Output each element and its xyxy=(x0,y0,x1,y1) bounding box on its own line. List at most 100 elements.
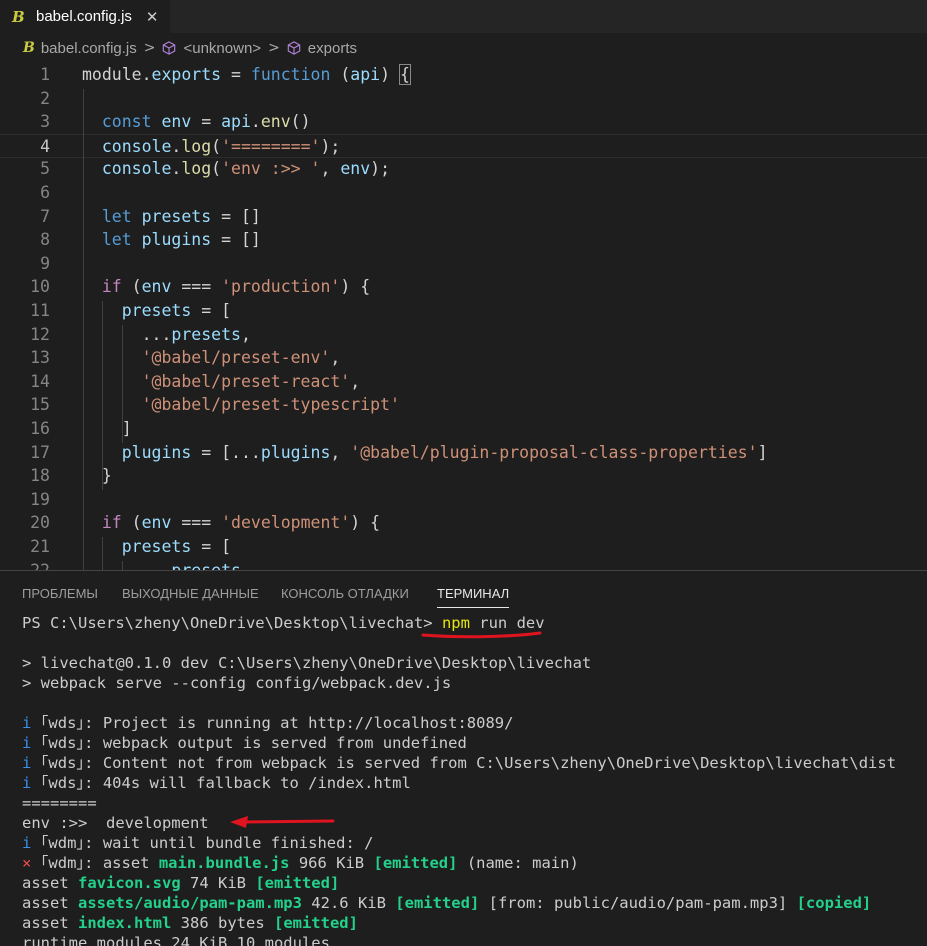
code-line[interactable]: 6 xyxy=(0,181,927,205)
code-text: ] xyxy=(82,417,132,441)
code-token: = xyxy=(191,112,222,132)
code-line[interactable]: 1 module.exports = function (api) { xyxy=(0,63,927,87)
code-line[interactable]: 13 '@babel/preset-env', xyxy=(0,346,927,370)
code-token: module xyxy=(82,65,142,84)
line-number: 20 xyxy=(30,513,50,533)
line-number: 22 xyxy=(0,559,50,570)
terminal-text: [from: public/audio/pam-pam.mp3] xyxy=(479,894,797,912)
code-line[interactable]: 5 console.log('env :>> ', env); xyxy=(0,157,927,181)
line-number: 6 xyxy=(40,183,50,202)
tab-title: babel.config.js xyxy=(36,8,132,25)
code-line[interactable]: 19 xyxy=(0,488,927,512)
code-token: env xyxy=(161,112,192,132)
code-editor[interactable]: 1 module.exports = function (api) {2 3 con… xyxy=(0,63,927,570)
code-text: if (env === 'development') { xyxy=(82,511,380,535)
code-token: if xyxy=(101,513,122,533)
chevron-right-icon: > xyxy=(268,40,280,56)
code-token: env xyxy=(141,277,172,297)
code-token: { xyxy=(398,64,411,85)
code-line[interactable]: 15 '@babel/preset-typescript' xyxy=(0,393,927,417)
code-line[interactable]: 8 let plugins = [] xyxy=(0,228,927,252)
code-line[interactable]: 20 if (env === 'development') { xyxy=(0,511,927,535)
panel-tab[interactable]: КОНСОЛЬ ОТЛАДКИ xyxy=(281,586,409,601)
code-token: '========' xyxy=(221,136,321,156)
indent-guide xyxy=(122,560,124,570)
code-line[interactable]: 11 presets = [ xyxy=(0,299,927,323)
code-token: , xyxy=(241,561,251,570)
code-token: = [ xyxy=(191,301,232,320)
code-token: ( xyxy=(121,513,142,533)
breadcrumb-exports[interactable]: exports xyxy=(308,40,357,57)
terminal-line: i ｢wds｣: webpack output is served from u… xyxy=(22,733,467,753)
terminal-text: i xyxy=(22,834,32,852)
code-text: plugins = [...plugins, '@babel/plugin-pr… xyxy=(82,441,768,465)
tab-babel-config[interactable]: B babel.config.js ✕ xyxy=(0,0,170,33)
line-number: 10 xyxy=(30,277,50,297)
code-token: ); xyxy=(320,136,341,156)
terminal-text: i xyxy=(22,774,32,792)
code-text: '@babel/preset-react', xyxy=(82,370,361,394)
code-line[interactable]: 2 xyxy=(0,87,927,111)
breadcrumb-unknown[interactable]: <unknown> xyxy=(183,40,261,57)
code-text: presets = [ xyxy=(82,299,231,323)
red-arrow-annotation xyxy=(230,816,335,828)
panel-tabs: ПРОБЛЕМЫ ВЫХОДНЫЕ ДАННЫЕ КОНСОЛЬ ОТЛАДКИ ТЕ… xyxy=(0,571,927,608)
code-line[interactable]: 17 plugins = [...plugins, '@babel/plugin… xyxy=(0,441,927,465)
code-line[interactable]: 3 const env = api.env() xyxy=(0,110,927,134)
code-token: let xyxy=(101,206,132,226)
line-number: 15 xyxy=(30,395,50,415)
code-token: ) { xyxy=(340,277,371,297)
code-line[interactable]: 7 let presets = [] xyxy=(0,205,927,229)
code-token: ] xyxy=(82,419,132,438)
code-token: '@babel/preset-react' xyxy=(141,371,351,391)
terminal-text: runtime modules 24 KiB 10 modules xyxy=(22,934,330,946)
code-line[interactable]: 10 if (env === 'production') { xyxy=(0,275,927,299)
terminal-text: [emitted] xyxy=(273,914,358,932)
panel-tab[interactable]: ТЕРМИНАЛ xyxy=(437,586,510,608)
code-token: ( xyxy=(211,136,222,156)
code-line[interactable]: 4 console.log('========'); xyxy=(0,133,927,158)
terminal-line: i ｢wds｣: Project is running at http://lo… xyxy=(22,713,513,733)
breadcrumb-file[interactable]: babel.config.js xyxy=(41,40,137,57)
code-token: api xyxy=(221,112,251,132)
terminal-line: × ｢wdm｣: asset main.bundle.js 966 KiB [e… xyxy=(22,853,579,873)
code-line[interactable]: 18 } xyxy=(0,464,927,488)
chevron-right-icon: > xyxy=(143,40,156,56)
terminal-text: > webpack serve --config config/webpack.… xyxy=(22,674,452,692)
terminal-text: ｢wds｣: Content not from webpack is serve… xyxy=(31,754,897,772)
code-token: = [] xyxy=(211,230,261,250)
terminal-text: i xyxy=(22,714,32,732)
terminal-text: 966 KiB xyxy=(289,854,374,872)
code-line[interactable]: 14 '@babel/preset-react', xyxy=(0,370,927,394)
line-number: 14 xyxy=(30,371,50,391)
code-token: let xyxy=(101,230,132,250)
code-line[interactable]: 16 ] xyxy=(0,417,927,441)
code-token: , xyxy=(350,371,361,391)
code-line[interactable]: 22 ...presets, xyxy=(0,559,927,570)
code-line[interactable]: 21 presets = [ xyxy=(0,535,927,559)
terminal-text: main.bundle.js xyxy=(158,854,290,872)
indent-guide xyxy=(122,324,124,443)
code-line[interactable]: 9 xyxy=(0,252,927,276)
code-token: presets xyxy=(171,324,241,344)
code-text: } xyxy=(82,464,112,488)
code-token: presets xyxy=(171,561,241,570)
code-text: '@babel/preset-env', xyxy=(82,346,341,370)
line-number: 12 xyxy=(30,324,50,344)
babel-file-icon: B xyxy=(12,7,25,26)
code-token: , xyxy=(320,159,341,179)
panel-tab[interactable]: ПРОБЛЕМЫ xyxy=(22,586,98,601)
code-line[interactable]: 12 ...presets, xyxy=(0,323,927,347)
code-text: if (env === 'production') { xyxy=(82,275,370,299)
close-icon[interactable]: ✕ xyxy=(146,8,159,26)
code-token: ] xyxy=(757,442,768,462)
code-token: , xyxy=(240,324,251,344)
panel-tab[interactable]: ВЫХОДНЫЕ ДАННЫЕ xyxy=(122,586,259,601)
